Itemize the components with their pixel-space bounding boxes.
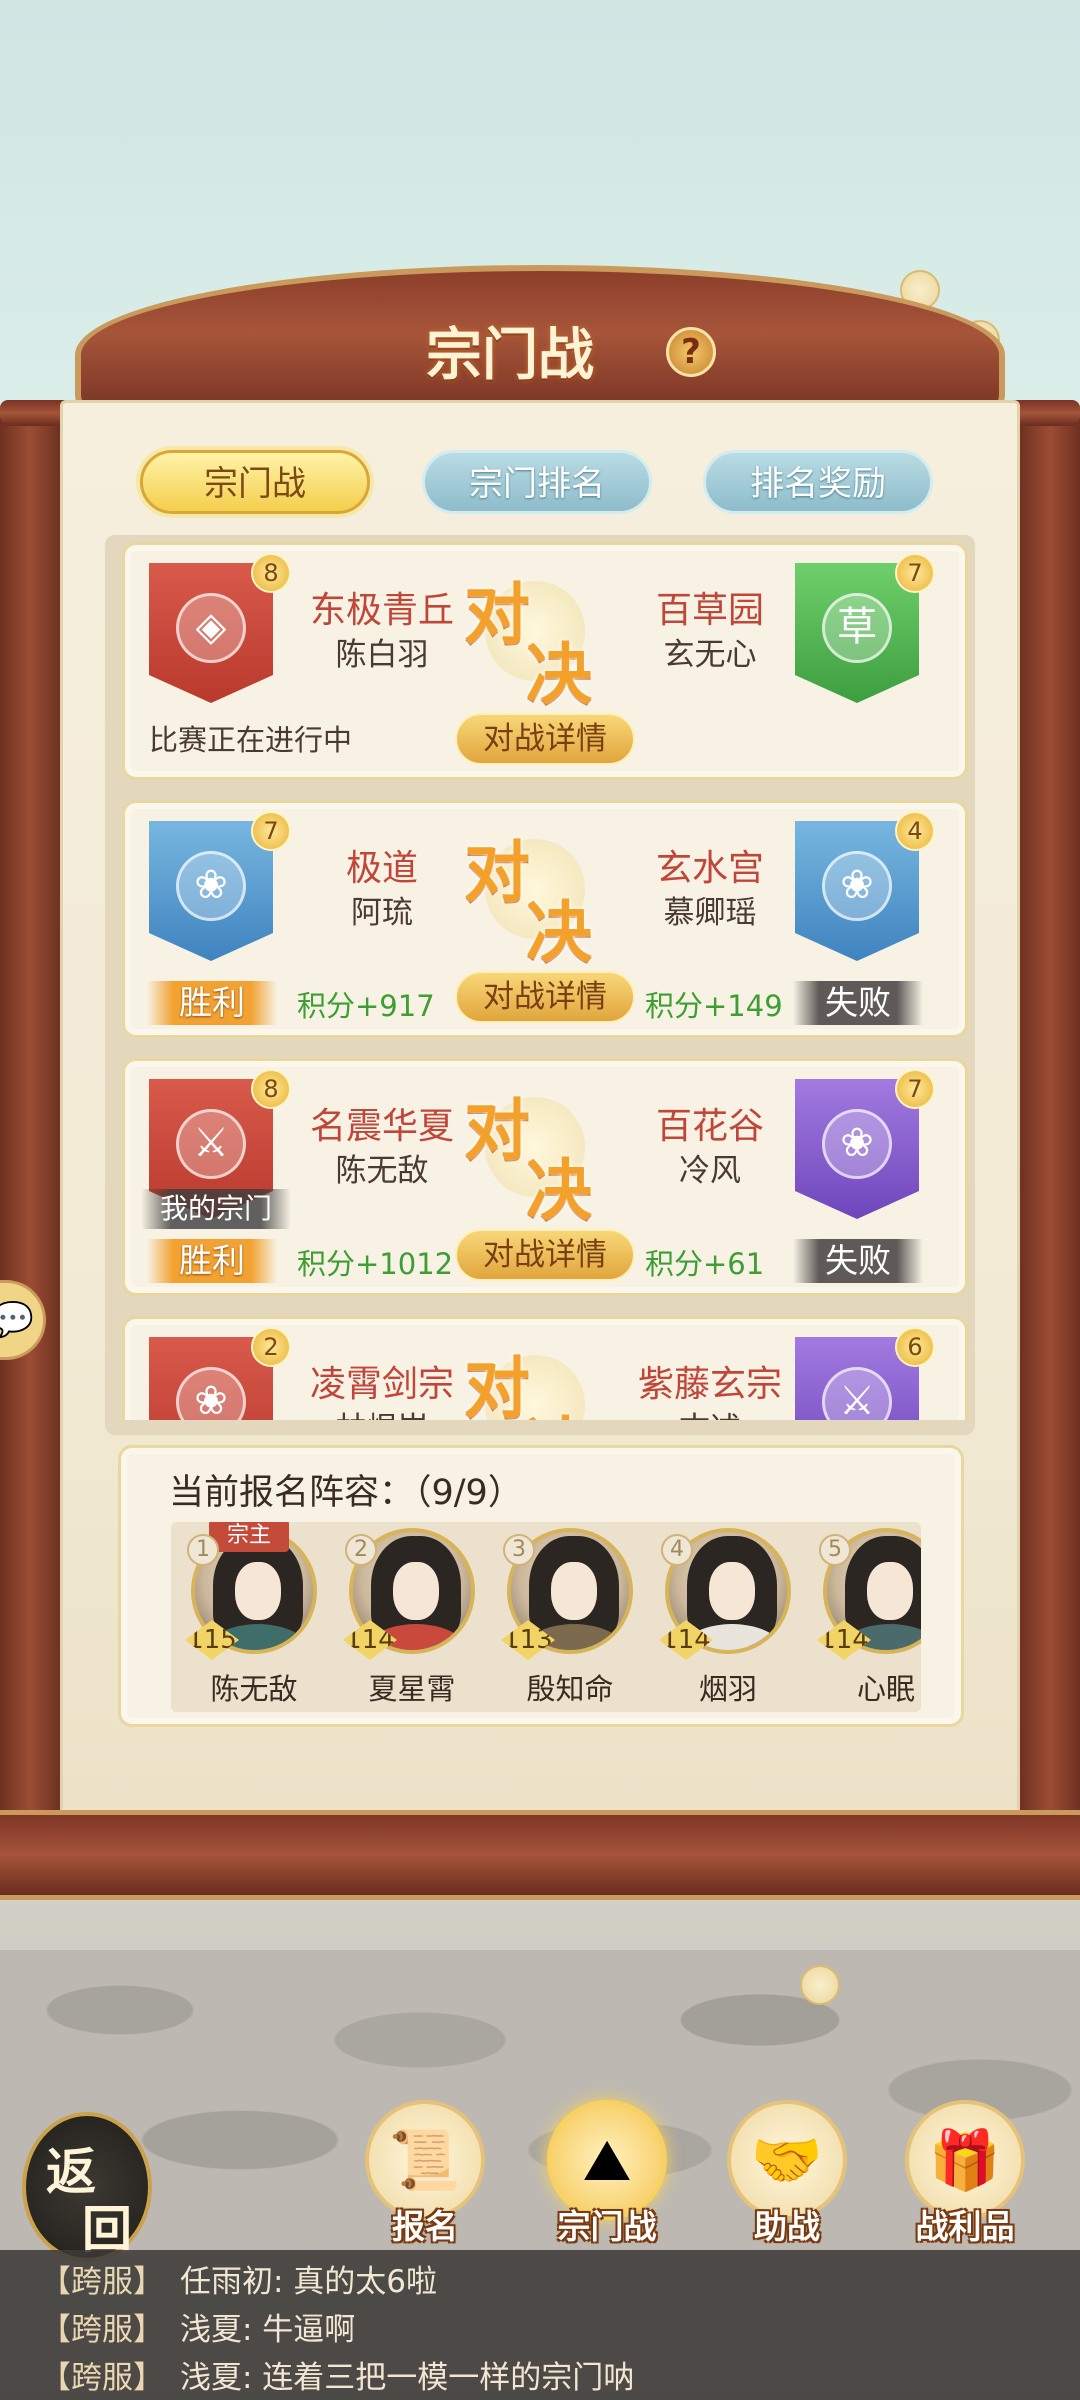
nav-sect-war[interactable]: ⛰ 宗门战 xyxy=(537,2100,677,2250)
sect-level-badge: 7 xyxy=(251,811,291,851)
sect-leader-right: 慕卿瑶 xyxy=(663,895,757,931)
current-lineup-panel: 当前报名阵容：（9/9） 宗主 1 115 陈无敌 2 114 夏星霄 3 11… xyxy=(118,1445,964,1727)
versus-emblem: 对决 xyxy=(464,1091,592,1229)
match-card: ◈ 8 东极青丘 陈白羽 对决 百草园 玄无心 草 7 比赛正在进行中 对战详情 xyxy=(122,542,968,780)
lotus-icon: ❀ xyxy=(176,1367,246,1420)
sect-name-left: 名震华夏 xyxy=(309,1106,454,1147)
lineup-members[interactable]: 宗主 1 115 陈无敌 2 114 夏星霄 3 113 殷知命 4 114 烟… xyxy=(171,1522,921,1712)
member-name: 烟羽 xyxy=(698,1672,757,1706)
lineup-member[interactable]: 4 114 烟羽 xyxy=(653,1528,803,1708)
chat-channel-tag: 【跨服】 xyxy=(40,2264,164,2300)
sect-leader-left: 林焜岚 xyxy=(297,1403,467,1420)
crossed-swords-icon: ⚔ xyxy=(822,1367,892,1420)
chat-text: : 牛逼啊 xyxy=(242,2312,356,2348)
battle-details-button[interactable]: 对战详情 xyxy=(455,971,635,1023)
lotus-icon: ❀ xyxy=(176,851,246,921)
sect-leader-tag: 宗主 xyxy=(209,1522,289,1552)
match-card: ❀ 7 极道 阿琉 对决 玄水宫 慕卿瑶 ❀ 4 胜利 积分+917 对战详情 … xyxy=(122,800,968,1038)
lineup-member[interactable]: 2 114 夏星霄 xyxy=(337,1528,487,1708)
battle-details-button[interactable]: 对战详情 xyxy=(455,1229,635,1281)
nav-assist[interactable]: 🤝 助战 xyxy=(717,2100,857,2250)
member-index: 4 xyxy=(661,1534,693,1566)
versus-emblem: 对决 xyxy=(464,833,592,971)
coin-icon: ◈ xyxy=(176,593,246,663)
lotus-icon: ❀ xyxy=(822,851,892,921)
lotus-icon: ❀ xyxy=(822,1109,892,1179)
chat-text: : 连着三把一模一样的宗门呐 xyxy=(242,2360,635,2396)
frame-footer xyxy=(0,1810,1080,1900)
member-name: 殷知命 xyxy=(526,1672,614,1706)
versus-emblem: 对决 xyxy=(464,575,592,713)
member-index: 5 xyxy=(819,1534,851,1566)
sect-leader-right: 古述 xyxy=(625,1403,795,1420)
chat-text: : 真的太6啦 xyxy=(273,2264,438,2300)
score-right: 积分+61 xyxy=(645,1247,765,1281)
member-name: 陈无敌 xyxy=(210,1672,298,1706)
sect-name-right: 玄水宫 xyxy=(655,848,764,889)
tab-sect-ranking[interactable]: 宗门排名 xyxy=(422,450,652,514)
lineup-member[interactable]: 宗主 1 115 陈无敌 xyxy=(179,1522,329,1708)
lineup-member[interactable]: 5 114 心眠 xyxy=(811,1528,921,1708)
match-card: ❀ 2 凌霄剑宗 林焜岚 对决 紫藤玄宗 古述 ⚔ 6 xyxy=(122,1316,968,1420)
chat-sender: 浅夏 xyxy=(180,2360,242,2396)
sect-level-badge: 4 xyxy=(895,811,935,851)
member-index: 1 xyxy=(187,1534,219,1566)
sect-name-left: 极道 xyxy=(345,848,418,889)
sect-name-left: 凌霄剑宗 xyxy=(309,1364,454,1405)
score-left: 积分+917 xyxy=(297,989,435,1023)
sect-level-badge: 2 xyxy=(251,1327,291,1367)
result-lose-badge: 失败 xyxy=(793,1239,923,1283)
chat-sender: 浅夏 xyxy=(180,2312,242,2348)
page-title: 宗门战 xyxy=(426,322,594,388)
chat-channel-tag: 【跨服】 xyxy=(40,2360,164,2396)
battle-details-button[interactable]: 对战详情 xyxy=(455,713,635,765)
tab-ranking-rewards[interactable]: 排名奖励 xyxy=(703,450,933,514)
blossom-decoration xyxy=(800,1965,840,2005)
score-left: 积分+1012 xyxy=(297,1247,454,1281)
sect-leader-left: 阿琉 xyxy=(351,895,413,931)
sect-name-right: 紫藤玄宗 xyxy=(637,1364,782,1405)
result-lose-badge: 失败 xyxy=(793,981,923,1025)
sect-level-badge: 7 xyxy=(895,553,935,593)
sect-name-right: 百花谷 xyxy=(655,1106,764,1147)
sect-leader-left: 陈无敌 xyxy=(335,1153,429,1189)
crossed-swords-icon: ⚔ xyxy=(176,1109,246,1179)
question-icon[interactable]: ? xyxy=(666,327,716,377)
member-name: 夏星霄 xyxy=(368,1672,456,1706)
sect-level-badge: 6 xyxy=(895,1327,935,1367)
match-list[interactable]: ◈ 8 东极青丘 陈白羽 对决 百草园 玄无心 草 7 比赛正在进行中 对战详情… xyxy=(0,540,1080,1420)
sect-name-right: 百草园 xyxy=(655,590,764,631)
result-win-badge: 胜利 xyxy=(147,1239,277,1283)
chat-message: 【跨服】 任雨初: 真的太6啦 xyxy=(40,2256,437,2301)
sect-leader-right: 玄无心 xyxy=(663,637,757,673)
nav-loot[interactable]: 🎁 战利品 xyxy=(895,2100,1035,2250)
my-sect-tag: 我的宗门 xyxy=(141,1189,291,1229)
sect-level-badge: 8 xyxy=(251,553,291,593)
sect-name-left: 东极青丘 xyxy=(309,590,454,631)
nav-register[interactable]: 📜 报名 xyxy=(355,2100,495,2250)
lineup-member[interactable]: 3 113 殷知命 xyxy=(495,1528,645,1708)
herb-icon: 草 xyxy=(822,593,892,663)
sect-leader-right: 冷风 xyxy=(679,1153,741,1189)
chat-message: 【跨服】 浅夏: 牛逼啊 xyxy=(40,2304,355,2349)
match-card: ⚔ 我的宗门 8 名震华夏 陈无敌 对决 百花谷 冷风 ❀ 7 胜利 积分+10… xyxy=(122,1058,968,1296)
versus-emblem: 对决 xyxy=(460,1335,610,1420)
tab-sect-war[interactable]: 宗门战 xyxy=(140,450,370,514)
member-index: 2 xyxy=(345,1534,377,1566)
chat-message: 【跨服】 浅夏: 连着三把一模一样的宗门呐 xyxy=(40,2352,634,2397)
sect-level-badge: 7 xyxy=(895,1069,935,1109)
lineup-title: 当前报名阵容：（9/9） xyxy=(169,1473,523,1513)
sect-leader-left: 陈白羽 xyxy=(335,637,429,673)
match-status: 比赛正在进行中 xyxy=(149,723,353,757)
chat-sender: 任雨初 xyxy=(180,2264,273,2300)
sect-level-badge: 8 xyxy=(251,1069,291,1109)
chat-panel[interactable]: 【跨服】 任雨初: 真的太6啦 【跨服】 浅夏: 牛逼啊 【跨服】 浅夏: 连着三把一… xyxy=(0,2250,1080,2400)
member-index: 3 xyxy=(503,1534,535,1566)
member-name: 心眠 xyxy=(856,1672,915,1706)
back-button[interactable]: 返回 xyxy=(22,2112,152,2262)
result-win-badge: 胜利 xyxy=(147,981,277,1025)
score-right: 积分+149 xyxy=(645,989,783,1023)
chat-channel-tag: 【跨服】 xyxy=(40,2312,164,2348)
